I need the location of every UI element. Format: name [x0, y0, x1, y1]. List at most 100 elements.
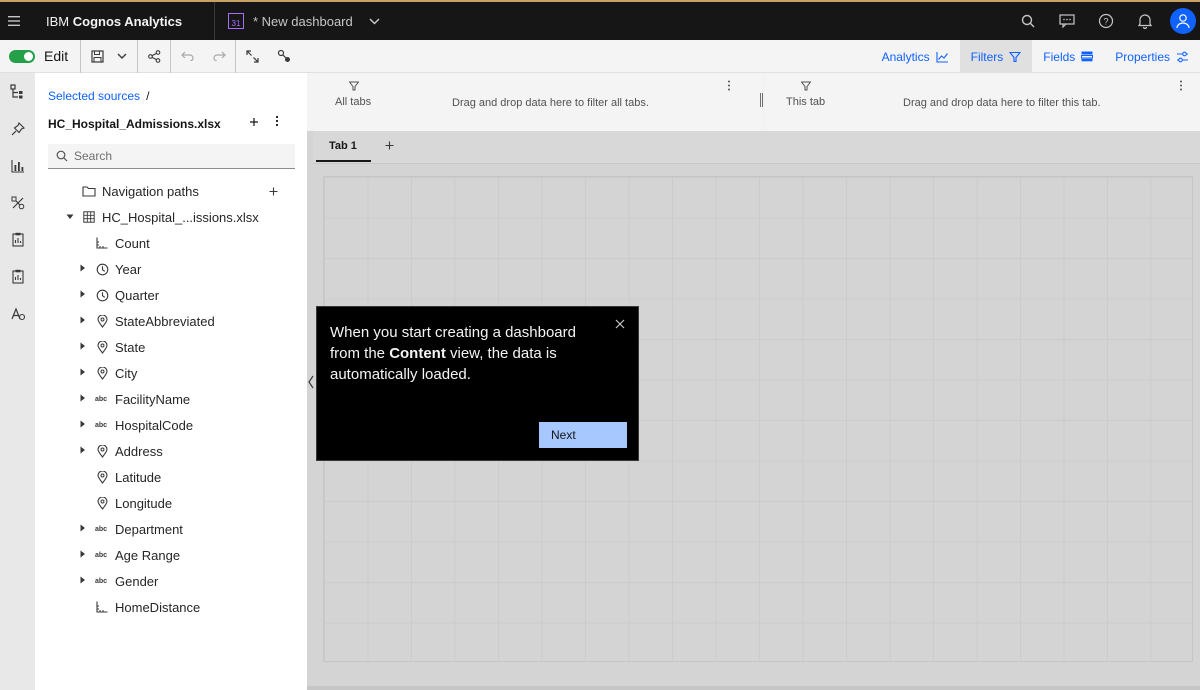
- save-icon[interactable]: [81, 40, 113, 73]
- collapse-panel-icon[interactable]: [307, 375, 315, 389]
- tree-item[interactable]: abc Gender: [35, 568, 307, 594]
- search-field[interactable]: Search: [48, 144, 295, 169]
- tree-item[interactable]: HomeDistance: [35, 594, 307, 620]
- fields-tab-label: Fields: [1043, 49, 1076, 64]
- share-icon[interactable]: [138, 40, 170, 73]
- chevron-down-icon[interactable]: [113, 40, 131, 73]
- dashboard-toolbar: Edit Analytics Filters Fields Properties: [0, 39, 1200, 73]
- user-avatar[interactable]: [1170, 8, 1196, 34]
- chevron-down-icon[interactable]: [369, 14, 380, 28]
- caret-right-icon[interactable]: [80, 264, 86, 274]
- tree-item[interactable]: Quarter: [35, 282, 307, 308]
- analytics-tab[interactable]: Analytics: [871, 40, 960, 73]
- search-icon[interactable]: [1008, 2, 1047, 40]
- product-name[interactable]: IBM Cognos Analytics: [46, 14, 214, 29]
- edit-label: Edit: [44, 48, 69, 64]
- location-icon: [95, 470, 109, 484]
- next-button[interactable]: Next: [539, 422, 627, 448]
- fields-tab[interactable]: Fields: [1032, 40, 1104, 73]
- add-tab-icon[interactable]: [385, 138, 394, 153]
- this-tab-filter[interactable]: This tab Drag and drop data here to filt…: [765, 73, 1200, 131]
- caret-right-icon[interactable]: [80, 290, 86, 300]
- tree-item-label: Longitude: [115, 495, 173, 511]
- caret-down-icon[interactable]: [66, 213, 74, 222]
- tree-item[interactable]: abc HospitalCode: [35, 412, 307, 438]
- top-header: IBM Cognos Analytics 31 * New dashboard …: [0, 0, 1200, 40]
- caret-right-icon[interactable]: [80, 342, 86, 352]
- tree-item[interactable]: abc FacilityName: [35, 386, 307, 412]
- widgets-icon[interactable]: [0, 184, 35, 221]
- help-icon[interactable]: ?: [1086, 2, 1125, 40]
- caret-right-icon[interactable]: [80, 524, 86, 534]
- table-icon: [82, 210, 96, 224]
- filters-tab[interactable]: Filters: [959, 40, 1033, 73]
- add-navigation-path-icon[interactable]: [269, 184, 278, 199]
- text-icon: abc: [95, 421, 108, 429]
- caret-right-icon[interactable]: [80, 550, 86, 560]
- dashboard-tabs: Tab 1: [313, 131, 1200, 164]
- tree-item[interactable]: Count: [35, 230, 307, 256]
- tree-item[interactable]: Address: [35, 438, 307, 464]
- location-icon: [95, 340, 109, 354]
- data-sources-icon[interactable]: [0, 73, 35, 110]
- chat-icon[interactable]: [1047, 2, 1086, 40]
- tree-item[interactable]: State: [35, 334, 307, 360]
- text-icon: abc: [95, 577, 108, 585]
- caret-right-icon[interactable]: [80, 420, 86, 430]
- measure-icon: [95, 600, 109, 614]
- redo-icon[interactable]: [203, 40, 235, 73]
- folder-icon: [82, 184, 96, 198]
- selected-sources-link[interactable]: Selected sources: [48, 89, 140, 103]
- visualizations-icon[interactable]: [0, 147, 35, 184]
- time-icon: [95, 262, 109, 276]
- caret-right-icon[interactable]: [80, 446, 86, 456]
- clipboard-icon[interactable]: [0, 221, 35, 258]
- active-tab-indicator: [316, 160, 371, 162]
- menu-icon[interactable]: [0, 2, 28, 40]
- all-tabs-filter[interactable]: All tabs Drag and drop data here to filt…: [307, 73, 762, 131]
- tree-item[interactable]: abc Department: [35, 516, 307, 542]
- pin-icon[interactable]: [0, 110, 35, 147]
- search-placeholder: Search: [74, 149, 113, 163]
- overflow-menu-icon[interactable]: [275, 115, 279, 130]
- notification-icon[interactable]: [1125, 2, 1164, 40]
- product-name-bold: Cognos Analytics: [72, 13, 183, 29]
- tree-item[interactable]: City: [35, 360, 307, 386]
- tree-item[interactable]: StateAbbreviated: [35, 308, 307, 334]
- tree-item-label: HospitalCode: [115, 417, 194, 433]
- fullscreen-icon[interactable]: [236, 40, 268, 73]
- tree-item[interactable]: Longitude: [35, 490, 307, 516]
- caret-right-icon[interactable]: [80, 576, 86, 586]
- header-divider: [214, 2, 215, 40]
- tree-item[interactable]: HC_Hospital_...issions.xlsx: [35, 204, 307, 230]
- add-source-icon[interactable]: [249, 115, 259, 130]
- tab-1[interactable]: Tab 1: [329, 140, 357, 152]
- tree-item-label: Year: [115, 261, 142, 277]
- tree-item[interactable]: abc Age Range: [35, 542, 307, 568]
- tree-item-label: FacilityName: [115, 391, 191, 407]
- undo-icon[interactable]: [171, 40, 203, 73]
- tree-item[interactable]: Navigation paths: [35, 178, 307, 204]
- caret-right-icon[interactable]: [80, 368, 86, 378]
- caret-right-icon[interactable]: [80, 316, 86, 326]
- tree-item-label: Count: [115, 235, 150, 251]
- assistant-icon[interactable]: [0, 295, 35, 332]
- caret-right-icon[interactable]: [80, 394, 86, 404]
- all-tabs-hint: Drag and drop data here to filter all ta…: [452, 97, 649, 109]
- filter-resize-handle[interactable]: [760, 93, 763, 107]
- dashboard-title[interactable]: * New dashboard: [253, 14, 353, 29]
- overflow-menu-icon[interactable]: [727, 80, 731, 94]
- tree-item[interactable]: Year: [35, 256, 307, 282]
- tree-item-label: Navigation paths: [102, 183, 199, 199]
- tree-item[interactable]: Latitude: [35, 464, 307, 490]
- connections-icon[interactable]: [268, 40, 300, 73]
- report-icon[interactable]: [0, 258, 35, 295]
- edit-toggle[interactable]: [9, 49, 35, 63]
- properties-tab-label: Properties: [1115, 49, 1170, 64]
- tree-item-label: Age Range: [115, 547, 181, 563]
- svg-text:?: ?: [1103, 17, 1108, 27]
- close-icon[interactable]: [615, 317, 625, 332]
- properties-tab[interactable]: Properties: [1104, 40, 1200, 73]
- overflow-menu-icon[interactable]: [1179, 80, 1183, 94]
- this-tab-hint: Drag and drop data here to filter this t…: [903, 97, 1101, 109]
